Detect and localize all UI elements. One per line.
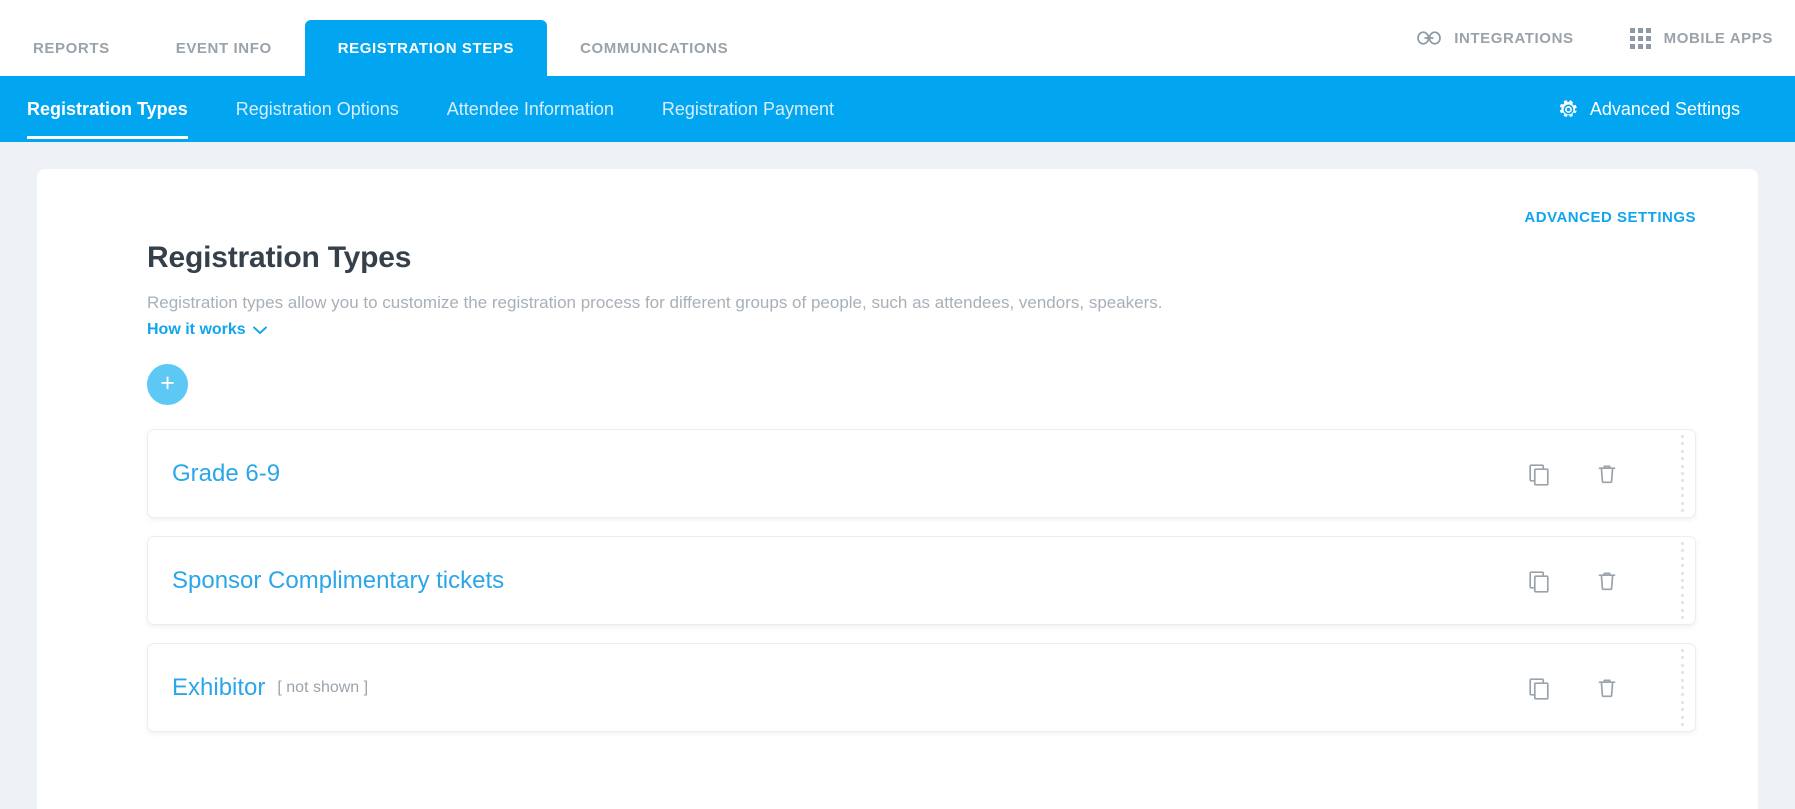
how-it-works-label: How it works [147, 321, 246, 338]
registration-types-list: Grade 6-9 Sponsor Complimentary tickets Ex… [147, 429, 1696, 732]
sub-navigation-bar: Registration Types Registration Options At… [0, 76, 1795, 142]
drag-handle[interactable] [1678, 649, 1686, 726]
card-actions [1526, 461, 1695, 487]
sub-nav-tab-1[interactable]: Registration Options [236, 76, 399, 142]
sub-nav-tab-0[interactable]: Registration Types [27, 76, 188, 142]
sub-nav-tab-3[interactable]: Registration Payment [662, 76, 834, 142]
panel-advanced-settings-link[interactable]: ADVANCED SETTINGS [1524, 209, 1696, 226]
registration-type-card: Sponsor Complimentary tickets [147, 536, 1696, 625]
trash-icon[interactable] [1594, 675, 1620, 701]
chevron-down-icon [252, 326, 267, 335]
panel-body: Registration Types Registration types al… [37, 241, 1758, 732]
registration-type-card: Grade 6-9 [147, 429, 1696, 518]
mobile-apps-button[interactable]: MOBILE APPS [1629, 27, 1773, 49]
advanced-settings-button[interactable]: Advanced Settings [1559, 99, 1740, 120]
registration-type-card: Exhibitor [ not shown ] [147, 643, 1696, 732]
trash-icon[interactable] [1594, 461, 1620, 487]
registration-type-name-link[interactable]: Grade 6-9 [148, 460, 280, 488]
page-description: Registration types allow you to customiz… [147, 293, 1163, 312]
trash-icon[interactable] [1594, 568, 1620, 594]
drag-handle[interactable] [1678, 435, 1686, 512]
card-actions [1526, 675, 1695, 701]
how-it-works-toggle[interactable]: How it works [147, 321, 267, 339]
page-title: Registration Types [147, 241, 412, 274]
gear-icon [1559, 99, 1578, 119]
grid-dots-icon [1629, 27, 1651, 49]
sub-nav-tab-2[interactable]: Attendee Information [447, 76, 614, 142]
link-icon [1417, 30, 1442, 46]
drag-handle[interactable] [1678, 542, 1686, 619]
registration-type-name-link[interactable]: Sponsor Complimentary tickets [148, 567, 504, 595]
top-nav-tabs: REPORTS EVENT INFO REGISTRATION STEPS COMMU… [0, 0, 761, 76]
main-panel: ADVANCED SETTINGS Registration Types Reg… [37, 169, 1758, 809]
top-navigation-bar: REPORTS EVENT INFO REGISTRATION STEPS COMMU… [0, 0, 1795, 76]
advanced-settings-label: Advanced Settings [1589, 98, 1740, 119]
duplicate-icon[interactable] [1526, 675, 1552, 701]
integrations-button[interactable]: INTEGRATIONS [1417, 30, 1573, 47]
top-nav-tab-1[interactable]: EVENT INFO [143, 20, 305, 76]
registration-type-name-link[interactable]: Exhibitor [148, 674, 265, 702]
mobile-apps-label: MOBILE APPS [1663, 29, 1773, 47]
top-nav-tab-2[interactable]: REGISTRATION STEPS [304, 20, 548, 76]
top-nav-tab-3[interactable]: COMMUNICATIONS [547, 20, 761, 76]
top-nav-actions: INTEGRATIONS MOBILE APPS [1361, 0, 1795, 76]
integrations-label: INTEGRATIONS [1454, 29, 1574, 47]
panel-header-actions: ADVANCED SETTINGS [37, 169, 1758, 226]
card-actions [1526, 568, 1695, 594]
duplicate-icon[interactable] [1526, 461, 1552, 487]
top-nav-tab-0[interactable]: REPORTS [0, 20, 143, 76]
duplicate-icon[interactable] [1526, 568, 1552, 594]
registration-type-status-note: [ not shown ] [277, 678, 369, 696]
add-registration-type-button[interactable]: + [147, 364, 188, 405]
sub-nav-tabs: Registration Types Registration Options At… [0, 76, 882, 142]
